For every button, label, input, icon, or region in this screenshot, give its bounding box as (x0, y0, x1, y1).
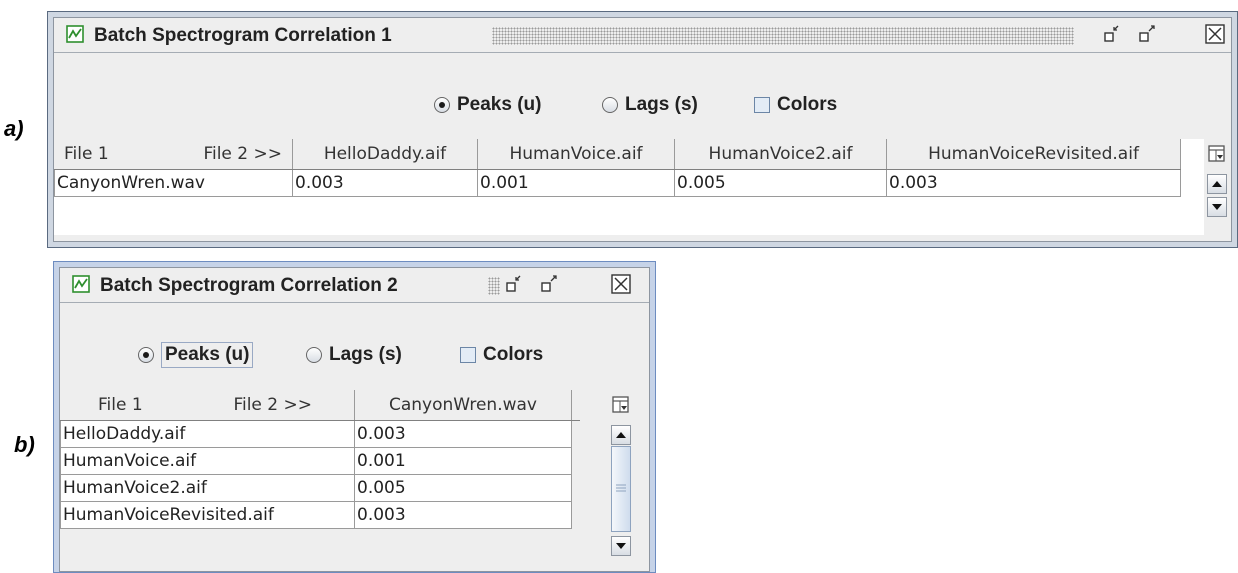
row-name-cell[interactable]: HumanVoice.aif (60, 448, 355, 475)
value-cell[interactable]: 0.003 (355, 502, 572, 529)
peaks-radio[interactable]: Peaks (u) (434, 91, 541, 119)
peaks-radio[interactable]: Peaks (u) (138, 341, 254, 369)
lags-radio[interactable]: Lags (s) (602, 91, 698, 119)
arrow-up-icon (616, 432, 626, 438)
header-file2: File 2 >> (203, 144, 282, 164)
header-file1: File 1 (64, 144, 109, 164)
column-header[interactable]: HumanVoiceRevisited.aif (887, 139, 1181, 169)
close-icon[interactable] (610, 273, 632, 295)
maximize-icon[interactable] (1137, 23, 1159, 45)
scroll-up-button[interactable] (1207, 174, 1227, 194)
radio-selected-icon (434, 97, 450, 113)
table-header: File 1 File 2 >> CanyonWren.wav (60, 390, 580, 421)
table-row[interactable]: HelloDaddy.aif 0.003 (60, 421, 572, 448)
vertical-scrollbar[interactable] (1204, 139, 1230, 235)
column-control-icon[interactable] (1207, 144, 1227, 164)
frame-1-content: Batch Spectrogram Correlation 1 Peaks (u… (53, 17, 1232, 242)
scroll-down-button[interactable] (611, 536, 631, 556)
header-file-corner[interactable]: File 1 File 2 >> (54, 139, 293, 169)
grip-icon (616, 484, 626, 492)
value-cell[interactable]: 0.003 (293, 170, 478, 197)
value-cell[interactable]: 0.001 (355, 448, 572, 475)
value-cell[interactable]: 0.001 (478, 170, 675, 197)
radio-selected-icon (138, 347, 154, 363)
minimize-icon[interactable] (504, 273, 526, 295)
table-row[interactable]: HumanVoice2.aif 0.005 (60, 475, 572, 502)
title-grip (492, 27, 1074, 45)
close-icon[interactable] (1204, 23, 1226, 45)
panel-label-a: a) (4, 116, 24, 141)
colors-checkbox[interactable]: Colors (754, 91, 837, 119)
scroll-thumb[interactable] (611, 446, 631, 532)
column-header[interactable]: HumanVoice.aif (478, 139, 675, 169)
colors-checkbox[interactable]: Colors (460, 341, 543, 369)
minimize-icon[interactable] (1102, 23, 1124, 45)
arrow-down-icon (1212, 204, 1222, 210)
header-file2: File 2 >> (233, 395, 312, 415)
value-cell[interactable]: 0.003 (887, 170, 1181, 197)
column-header[interactable]: CanyonWren.wav (355, 390, 572, 420)
table-header: File 1 File 2 >> HelloDaddy.aif HumanVoi… (54, 139, 1181, 170)
value-cell[interactable]: 0.005 (355, 475, 572, 502)
lags-label: Lags (s) (329, 344, 402, 365)
scroll-down-button[interactable] (1207, 197, 1227, 217)
peaks-label: Peaks (u) (161, 342, 254, 368)
colors-label: Colors (483, 344, 544, 365)
chart-icon (72, 275, 90, 293)
title-bar[interactable]: Batch Spectrogram Correlation 1 (54, 18, 1231, 53)
panel-label-b: b) (14, 432, 35, 457)
radio-unselected-icon (306, 347, 322, 363)
header-file1: File 1 (98, 395, 143, 415)
value-cell[interactable]: 0.005 (675, 170, 887, 197)
title-grip (488, 277, 500, 295)
column-header[interactable]: HumanVoice2.aif (675, 139, 887, 169)
correlation-table: File 1 File 2 >> CanyonWren.wav HelloDad… (60, 390, 580, 571)
lags-label: Lags (s) (625, 94, 698, 115)
row-name-cell[interactable]: HelloDaddy.aif (60, 421, 355, 448)
row-name-cell[interactable]: HumanVoiceRevisited.aif (60, 502, 355, 529)
row-name-cell[interactable]: CanyonWren.wav (54, 170, 293, 197)
maximize-icon[interactable] (539, 273, 561, 295)
table-row[interactable]: HumanVoice.aif 0.001 (60, 448, 572, 475)
column-header[interactable]: HelloDaddy.aif (293, 139, 478, 169)
internal-frame-2: Batch Spectrogram Correlation 2 Peaks (u… (53, 261, 656, 573)
vertical-scrollbar[interactable] (608, 390, 634, 571)
header-file-corner[interactable]: File 1 File 2 >> (60, 390, 355, 420)
lags-radio[interactable]: Lags (s) (306, 341, 402, 369)
table-row[interactable]: CanyonWren.wav 0.003 0.001 0.005 0.003 (54, 170, 1181, 197)
checkbox-icon (754, 97, 770, 113)
frame-2-content: Batch Spectrogram Correlation 2 Peaks (u… (59, 267, 650, 572)
row-name-cell[interactable]: HumanVoice2.aif (60, 475, 355, 502)
scroll-up-button[interactable] (611, 425, 631, 445)
column-control-icon[interactable] (611, 395, 631, 415)
window-title: Batch Spectrogram Correlation 2 (100, 275, 398, 296)
peaks-label: Peaks (u) (457, 94, 542, 115)
title-bar[interactable]: Batch Spectrogram Correlation 2 (60, 268, 649, 303)
checkbox-icon (460, 347, 476, 363)
arrow-up-icon (1212, 181, 1222, 187)
chart-icon (66, 25, 84, 43)
window-title: Batch Spectrogram Correlation 1 (94, 25, 392, 46)
internal-frame-1: Batch Spectrogram Correlation 1 Peaks (u… (47, 11, 1238, 248)
table-row[interactable]: HumanVoiceRevisited.aif 0.003 (60, 502, 572, 529)
arrow-down-icon (616, 543, 626, 549)
radio-unselected-icon (602, 97, 618, 113)
correlation-table: File 1 File 2 >> HelloDaddy.aif HumanVoi… (54, 139, 1204, 235)
value-cell[interactable]: 0.003 (355, 421, 572, 448)
colors-label: Colors (777, 94, 838, 115)
